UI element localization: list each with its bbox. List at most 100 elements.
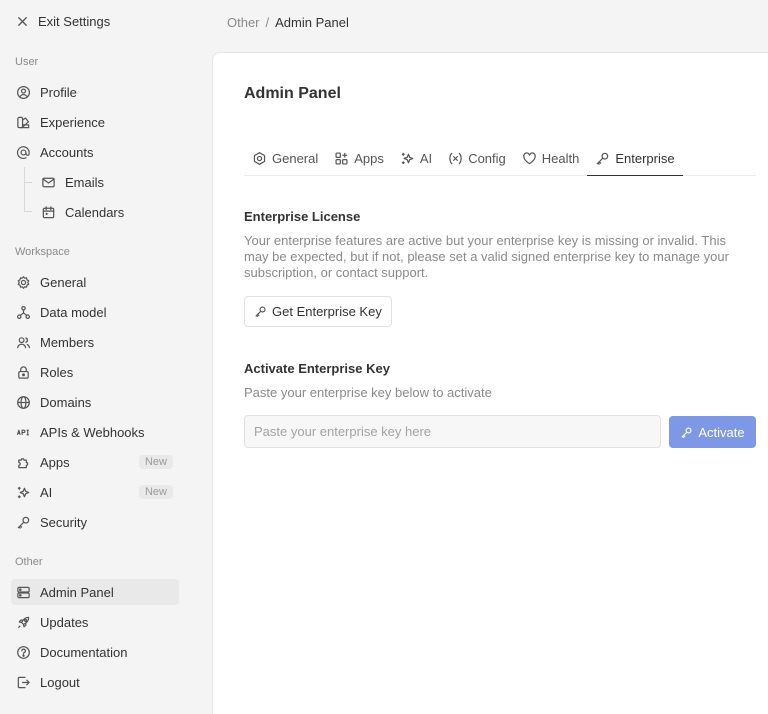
tree-connector — [24, 167, 25, 211]
sidebar-item-label: Domains — [40, 394, 92, 410]
key-icon — [254, 305, 267, 318]
settings-hexagon-icon — [252, 151, 267, 166]
sparkles-icon — [16, 485, 31, 500]
hierarchy-icon — [16, 305, 31, 320]
new-badge: New — [138, 455, 173, 469]
tab-label: Health — [541, 151, 580, 166]
get-enterprise-key-button[interactable]: Get Enterprise Key — [244, 296, 392, 327]
sidebar-item-general[interactable]: General — [11, 269, 179, 295]
settings-sidebar: Exit Settings User Profile Experience Ac… — [0, 0, 212, 714]
sidebar-item-domains[interactable]: Domains — [11, 389, 179, 415]
key-icon — [680, 426, 693, 439]
sidebar-item-label: Updates — [40, 614, 89, 630]
sidebar-item-label: APIs & Webhooks — [40, 424, 145, 440]
color-swatch-icon — [16, 115, 31, 130]
key-icon — [595, 151, 610, 166]
get-enterprise-key-label: Get Enterprise Key — [272, 304, 382, 319]
enterprise-license-heading: Enterprise License — [244, 209, 361, 224]
breadcrumb-current: Admin Panel — [275, 15, 349, 30]
sparkles-icon — [400, 151, 415, 166]
calendar-icon — [41, 205, 56, 220]
puzzle-icon — [16, 455, 31, 470]
sidebar-item-ai[interactable]: AI New — [11, 479, 179, 505]
sidebar-item-label: Roles — [40, 364, 74, 380]
enterprise-license-description: Your enterprise features are active but … — [244, 233, 729, 280]
lock-icon — [16, 365, 31, 380]
activate-key-heading: Activate Enterprise Key — [244, 361, 390, 376]
sidebar-item-label: Experience — [40, 114, 106, 130]
new-badge: New — [138, 485, 173, 499]
sidebar-item-security[interactable]: Security — [11, 509, 179, 535]
help-circle-icon — [16, 645, 31, 660]
sidebar-item-admin-panel[interactable]: Admin Panel — [11, 579, 179, 605]
rocket-icon — [16, 615, 31, 630]
sidebar-item-label: Emails — [65, 174, 105, 190]
sidebar-item-members[interactable]: Members — [11, 329, 179, 355]
at-sign-icon — [16, 145, 31, 160]
sidebar-item-label: AI — [40, 484, 53, 500]
globe-icon — [16, 395, 31, 410]
tab-label: Enterprise — [615, 150, 675, 166]
mail-icon — [41, 175, 56, 190]
sidebar-item-label: Logout — [40, 674, 80, 690]
sidebar-item-label: Profile — [40, 84, 77, 100]
users-icon — [16, 335, 31, 350]
variable-icon — [448, 151, 463, 166]
top-bar: Other / Admin Panel — [212, 0, 768, 52]
sidebar-item-label: Documentation — [40, 644, 128, 660]
page-title: Admin Panel — [244, 85, 341, 102]
api-icon — [16, 425, 31, 440]
section-label-workspace: Workspace — [15, 246, 70, 258]
sidebar-item-calendars[interactable]: Calendars — [36, 199, 179, 225]
sidebar-item-label: Members — [40, 334, 95, 350]
breadcrumb-separator: / — [265, 15, 270, 30]
sidebar-item-experience[interactable]: Experience — [11, 109, 179, 135]
section-label-other: Other — [15, 556, 43, 568]
sidebar-item-apis-webhooks[interactable]: APIs & Webhooks — [11, 419, 179, 445]
tab-general[interactable]: General — [244, 141, 326, 176]
admin-tabs: General Apps AI Config Health Enterprise — [244, 141, 756, 176]
tree-branch — [24, 182, 32, 183]
tab-health[interactable]: Health — [514, 141, 588, 176]
sidebar-item-documentation[interactable]: Documentation — [11, 639, 179, 665]
activate-button[interactable]: Activate — [669, 416, 756, 448]
gear-icon — [16, 275, 31, 290]
sidebar-item-roles[interactable]: Roles — [11, 359, 179, 385]
sidebar-item-label: Admin Panel — [40, 584, 114, 600]
key-icon — [16, 515, 31, 530]
tab-config[interactable]: Config — [440, 141, 514, 176]
sidebar-item-label: Data model — [40, 304, 107, 320]
enterprise-key-input[interactable] — [244, 415, 661, 448]
user-circle-icon — [16, 85, 31, 100]
close-icon — [15, 14, 30, 29]
server-icon — [16, 585, 31, 600]
tab-label: AI — [419, 151, 433, 166]
breadcrumb: Other / Admin Panel — [227, 15, 349, 30]
sidebar-item-label: Apps — [40, 454, 70, 470]
sidebar-item-emails[interactable]: Emails — [36, 169, 179, 195]
main-panel: Admin Panel General Apps AI Config Healt… — [212, 52, 768, 714]
sidebar-item-data-model[interactable]: Data model — [11, 299, 179, 325]
section-label-user: User — [15, 56, 39, 68]
sidebar-item-label: Accounts — [40, 144, 94, 160]
sidebar-item-updates[interactable]: Updates — [11, 609, 179, 635]
tab-ai[interactable]: AI — [392, 141, 440, 176]
exit-settings-label: Exit Settings — [38, 13, 111, 29]
sidebar-item-label: Security — [40, 514, 87, 530]
activate-key-description: Paste your enterprise key below to activ… — [244, 385, 492, 400]
breadcrumb-parent[interactable]: Other — [227, 15, 260, 30]
heart-icon — [522, 151, 537, 166]
sidebar-item-profile[interactable]: Profile — [11, 79, 179, 105]
exit-settings-button[interactable]: Exit Settings — [15, 12, 110, 30]
tab-label: Apps — [354, 151, 384, 166]
tab-label: General — [272, 151, 319, 166]
sidebar-item-logout[interactable]: Logout — [11, 669, 179, 695]
apps-grid-icon — [334, 151, 349, 166]
logout-icon — [16, 675, 31, 690]
sidebar-item-label: Calendars — [65, 204, 125, 220]
sidebar-item-label: General — [40, 274, 87, 290]
tab-enterprise[interactable]: Enterprise — [587, 141, 683, 176]
sidebar-item-accounts[interactable]: Accounts — [11, 139, 179, 165]
sidebar-item-apps[interactable]: Apps New — [11, 449, 179, 475]
tab-apps[interactable]: Apps — [326, 141, 392, 176]
